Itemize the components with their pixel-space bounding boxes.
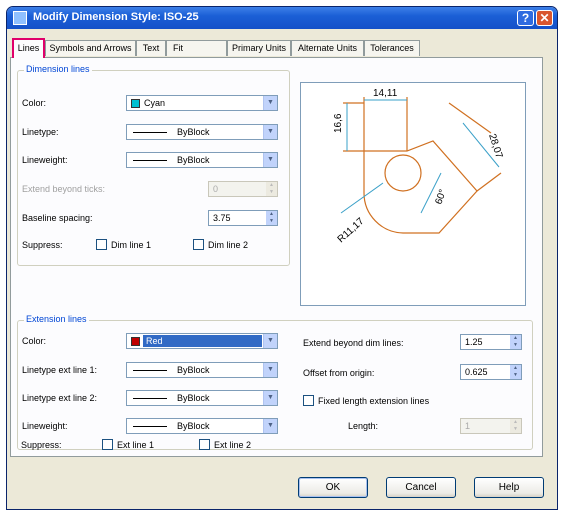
line-sample-icon xyxy=(133,426,167,427)
linetype-ext2-value: ByBlock xyxy=(177,393,210,403)
dim-line-2-label: Dim line 2 xyxy=(208,240,249,250)
extend-beyond-ticks-input: 0 ▲ ▼ xyxy=(208,181,278,197)
lines-tab-panel: Dimension lines Color: Cyan ▼ Linetype: … xyxy=(10,57,543,457)
linetype-ext2-label: Linetype ext line 2: xyxy=(22,393,98,403)
dim-suppress-label: Suppress: xyxy=(22,240,63,250)
dim-linetype-value: ByBlock xyxy=(177,127,210,137)
tab-strip: Lines Symbols and Arrows Text Fit Primar… xyxy=(10,38,550,58)
tab-alternate-units[interactable]: Alternate Units xyxy=(291,40,364,56)
fixed-length-label: Fixed length extension lines xyxy=(318,396,430,406)
chevron-down-icon[interactable]: ▼ xyxy=(263,334,277,348)
ext-lineweight-label: Lineweight: xyxy=(22,421,68,431)
red-swatch-icon xyxy=(131,337,140,346)
ext-color-label: Color: xyxy=(22,336,47,346)
tab-primary-units[interactable]: Primary Units xyxy=(227,40,291,56)
close-icon[interactable]: ✕ xyxy=(536,10,553,26)
cyan-swatch-icon xyxy=(131,99,140,108)
chevron-down-icon[interactable]: ▼ xyxy=(263,363,277,377)
length-value: 1 xyxy=(465,421,471,431)
extend-beyond-dim-input[interactable]: 1.25 ▲ ▼ xyxy=(460,334,522,350)
tab-fit[interactable]: Fit xyxy=(166,40,227,56)
length-label: Length: xyxy=(348,421,379,431)
dim-left-value: 16,6 xyxy=(333,113,344,133)
ext-lineweight-value: ByBlock xyxy=(177,421,210,431)
ext-line-2-label: Ext line 2 xyxy=(214,440,252,450)
ok-button[interactable]: OK xyxy=(298,477,368,498)
spin-arrows-icon: ▲ ▼ xyxy=(266,182,277,196)
line-sample-icon xyxy=(133,132,167,133)
line-sample-icon xyxy=(133,370,167,371)
ext-line-1-label: Ext line 1 xyxy=(117,440,155,450)
extend-beyond-dim-label: Extend beyond dim lines: xyxy=(303,338,404,348)
dimension-preview-drawing: 14,11 16,6 28,07 R11,17 60° xyxy=(333,88,504,246)
tab-lines[interactable]: Lines xyxy=(12,38,45,58)
ext-color-select[interactable]: Red ▼ xyxy=(126,333,278,349)
fixed-length-checkbox[interactable] xyxy=(303,395,314,406)
line-sample-icon xyxy=(133,160,167,161)
dim-color-label: Color: xyxy=(22,98,47,108)
chevron-down-icon[interactable]: ▼ xyxy=(263,419,277,433)
dim-right-value: 28,07 xyxy=(486,133,504,161)
spin-arrows-icon[interactable]: ▲ ▼ xyxy=(510,335,521,349)
extend-beyond-dim-value: 1.25 xyxy=(465,337,483,347)
preview-pane: 14,11 16,6 28,07 R11,17 60° xyxy=(300,82,526,306)
ext-lineweight-select[interactable]: ByBlock ▼ xyxy=(126,418,278,434)
chevron-down-icon[interactable]: ▼ xyxy=(263,125,277,139)
dim-radius-value: R11,17 xyxy=(336,216,367,246)
ext-color-value: Red xyxy=(146,336,163,346)
group-title: Dimension lines xyxy=(24,64,92,74)
group-title: Extension lines xyxy=(24,314,89,324)
linetype-ext1-value: ByBlock xyxy=(177,365,210,375)
window-title: Modify Dimension Style: ISO-25 xyxy=(33,11,199,23)
spin-arrows-icon[interactable]: ▲ ▼ xyxy=(510,365,521,379)
dimension-lines-group: Dimension lines Color: Cyan ▼ Linetype: … xyxy=(17,64,290,266)
ext-suppress-label: Suppress: xyxy=(21,440,62,450)
dim-line-1-label: Dim line 1 xyxy=(111,240,152,250)
offset-from-origin-label: Offset from origin: xyxy=(303,368,375,378)
offset-from-origin-input[interactable]: 0.625 ▲ ▼ xyxy=(460,364,522,380)
cancel-button[interactable]: Cancel xyxy=(386,477,456,498)
chevron-down-icon[interactable]: ▼ xyxy=(263,153,277,167)
offset-from-origin-value: 0.625 xyxy=(465,367,488,377)
help-icon[interactable]: ? xyxy=(517,10,534,26)
extend-beyond-ticks-value: 0 xyxy=(213,184,219,194)
extend-beyond-ticks-label: Extend beyond ticks: xyxy=(22,184,106,194)
spin-arrows-icon[interactable]: ▲ ▼ xyxy=(266,211,277,225)
length-input: 1 ▲ ▼ xyxy=(460,418,522,434)
extension-lines-group: Extension lines Color: Red ▼ Linetype ex… xyxy=(17,314,533,450)
chevron-down-icon[interactable]: ▼ xyxy=(263,96,277,110)
dim-lineweight-value: ByBlock xyxy=(177,155,210,165)
dim-linetype-label: Linetype: xyxy=(22,127,59,137)
tab-tolerances[interactable]: Tolerances xyxy=(364,40,420,56)
baseline-spacing-input[interactable]: 3.75 ▲ ▼ xyxy=(208,210,278,226)
spin-arrows-icon: ▲ ▼ xyxy=(510,419,521,433)
linetype-ext1-select[interactable]: ByBlock ▼ xyxy=(126,362,278,378)
dim-line-2-checkbox[interactable] xyxy=(193,239,204,250)
tab-symbols-and-arrows[interactable]: Symbols and Arrows xyxy=(45,40,136,56)
dim-color-select[interactable]: Cyan ▼ xyxy=(126,95,278,111)
linetype-ext2-select[interactable]: ByBlock ▼ xyxy=(126,390,278,406)
linetype-ext1-label: Linetype ext line 1: xyxy=(22,365,98,375)
chevron-down-icon[interactable]: ▼ xyxy=(263,391,277,405)
line-sample-icon xyxy=(133,398,167,399)
dim-top-value: 14,11 xyxy=(373,88,398,99)
dim-angle-value: 60° xyxy=(433,188,449,206)
title-bar[interactable]: Modify Dimension Style: ISO-25 ? ✕ xyxy=(7,7,557,29)
tab-text[interactable]: Text xyxy=(136,40,166,56)
help-button[interactable]: Help xyxy=(474,477,544,498)
ext-line-1-checkbox[interactable] xyxy=(102,439,113,450)
dim-lineweight-select[interactable]: ByBlock ▼ xyxy=(126,152,278,168)
baseline-spacing-label: Baseline spacing: xyxy=(22,213,93,223)
dim-color-value: Cyan xyxy=(144,98,166,108)
dim-line-1-checkbox[interactable] xyxy=(96,239,107,250)
ext-line-2-checkbox[interactable] xyxy=(199,439,210,450)
dim-lineweight-label: Lineweight: xyxy=(22,155,68,165)
dim-linetype-select[interactable]: ByBlock ▼ xyxy=(126,124,278,140)
app-icon xyxy=(13,11,27,25)
baseline-spacing-value: 3.75 xyxy=(213,213,231,223)
